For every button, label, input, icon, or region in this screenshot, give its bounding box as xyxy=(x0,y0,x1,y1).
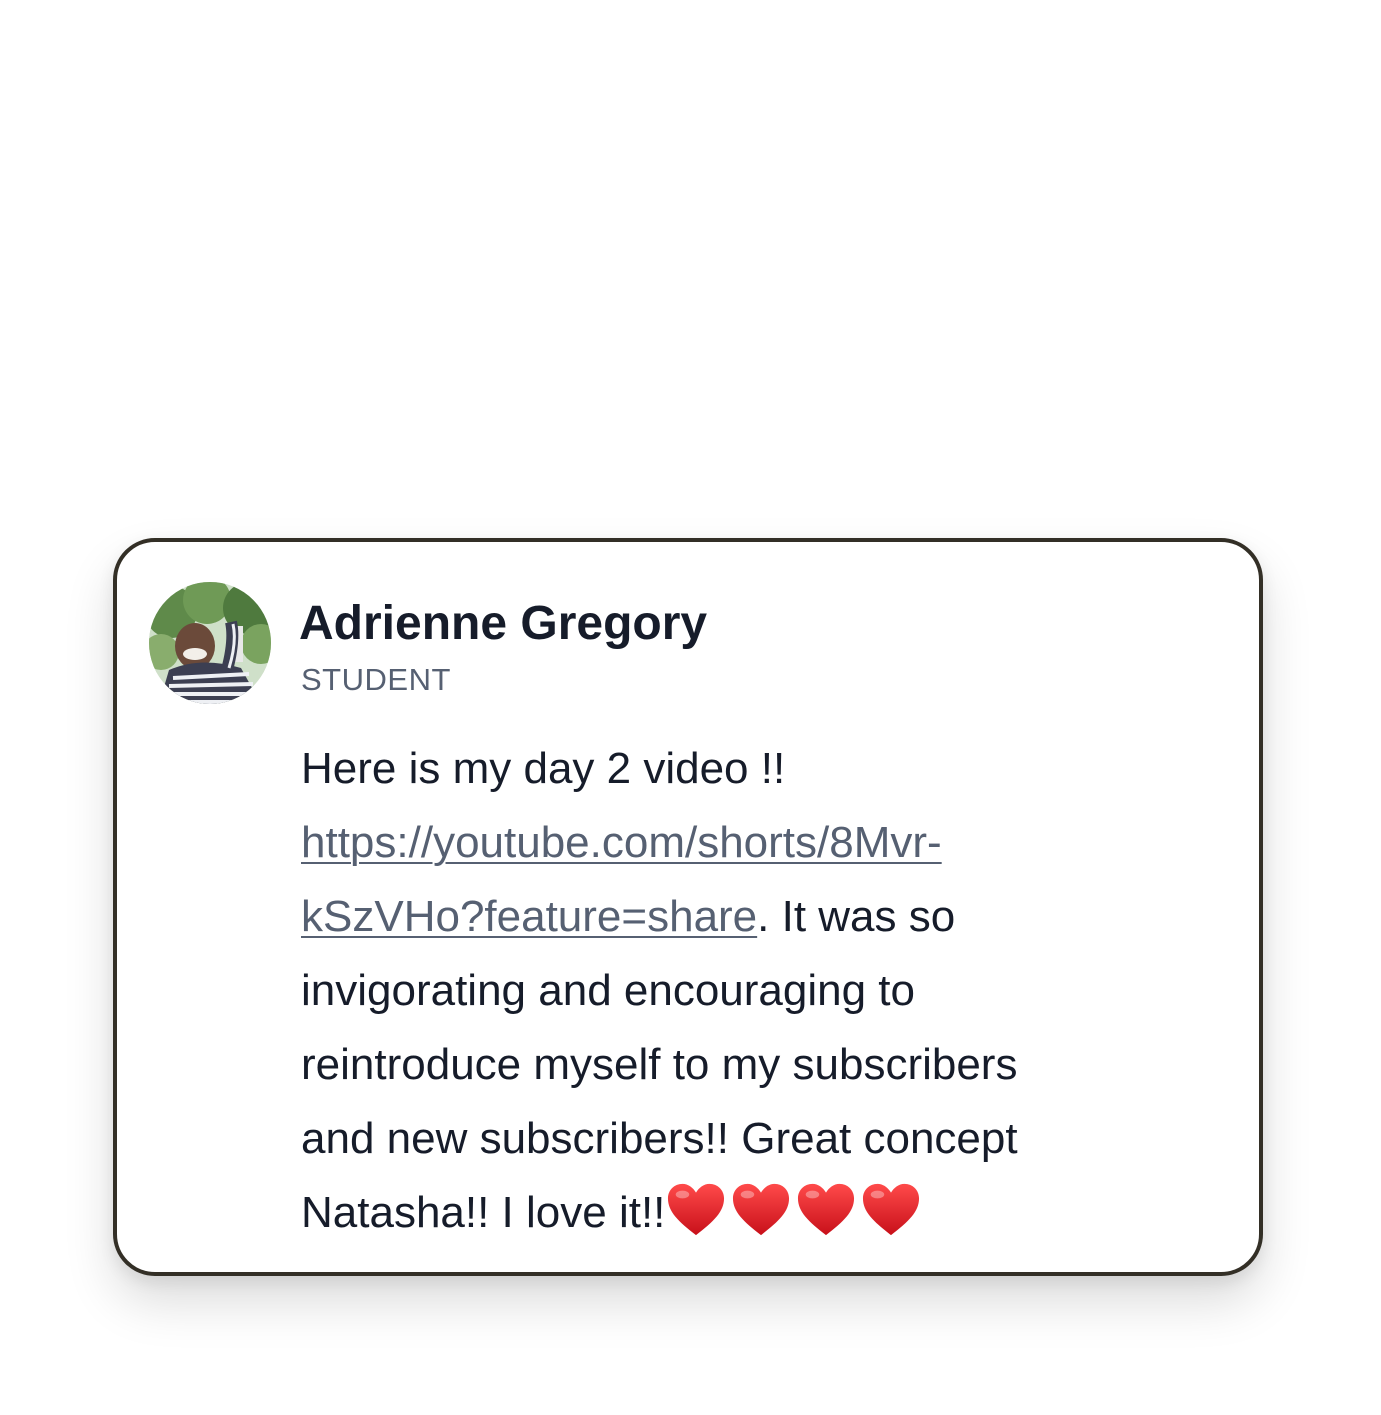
avatar-photo-icon xyxy=(149,582,271,704)
message-line: and new subscribers!! Great concept xyxy=(301,1114,1018,1163)
comment-card: Adrienne Gregory STUDENT Here is my day … xyxy=(113,538,1263,1276)
heart-icon xyxy=(668,1183,725,1236)
message-line: reintroduce myself to my subscribers xyxy=(301,1040,1018,1089)
heart-icon xyxy=(798,1183,855,1236)
message-text: . It was so xyxy=(757,892,956,941)
heart-icon xyxy=(733,1183,790,1236)
message-line: Natasha!! I love it!! xyxy=(301,1176,1221,1262)
video-link[interactable]: https://youtube.com/shorts/8Mvr- xyxy=(301,818,942,867)
message-line: Here is my day 2 video !! xyxy=(301,744,786,793)
comment-body: Here is my day 2 video !! https://youtub… xyxy=(301,732,1221,1262)
avatar[interactable] xyxy=(149,582,271,704)
message-line: kSzVHo?feature=share. It was so xyxy=(301,880,1221,954)
heart-emoji-group xyxy=(665,1181,925,1262)
message-line: https://youtube.com/shorts/8Mvr- xyxy=(301,806,1221,880)
message-text: Natasha!! I love it!! xyxy=(301,1188,666,1237)
author-name[interactable]: Adrienne Gregory xyxy=(299,594,707,654)
video-link-continued[interactable]: kSzVHo?feature=share xyxy=(301,892,757,941)
author-role-badge: STUDENT xyxy=(301,662,451,697)
heart-icon xyxy=(863,1183,920,1236)
message-line: invigorating and encouraging to xyxy=(301,966,916,1015)
